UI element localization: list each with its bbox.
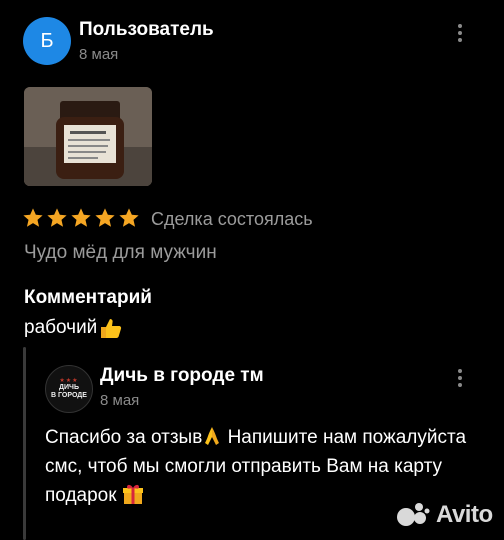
user-avatar[interactable]: Б xyxy=(23,17,71,65)
review-photo[interactable] xyxy=(24,87,152,186)
honey-jar-photo xyxy=(24,87,152,186)
deal-status: Сделка состоялась xyxy=(151,209,313,229)
review-date: 8 мая xyxy=(79,46,119,63)
comment-text: рабочий xyxy=(24,317,123,339)
star-icon xyxy=(71,208,91,227)
star-icon xyxy=(119,208,139,227)
comment-body: рабочий xyxy=(24,317,98,338)
reply-text-part1: Спасибо за отзыв xyxy=(45,427,203,448)
star-icon xyxy=(23,208,43,227)
review-more-menu-icon[interactable] xyxy=(455,24,465,42)
shop-avatar[interactable]: ★★★ ДИЧЬ В ГОРОДЕ xyxy=(45,365,93,413)
shop-logo-line1: ДИЧЬ xyxy=(59,384,79,391)
reply-more-menu-icon[interactable] xyxy=(455,369,465,387)
avito-logo-icon xyxy=(397,503,430,526)
shop-logo-line2: В ГОРОДЕ xyxy=(51,392,87,399)
avatar-letter: Б xyxy=(40,29,54,52)
star-icon xyxy=(47,208,67,227)
thumbs-up-icon xyxy=(101,319,122,338)
product-name[interactable]: Чудо мёд для мужчин xyxy=(24,242,217,264)
shop-name[interactable]: Дичь в городе тм xyxy=(100,365,264,387)
reply-date: 8 мая xyxy=(100,392,140,409)
rating-stars xyxy=(22,207,140,229)
review-author-name[interactable]: Пользователь xyxy=(79,19,214,41)
star-icon xyxy=(95,208,115,227)
avito-watermark-text: Avito xyxy=(436,501,493,528)
reply-thread-line xyxy=(23,347,26,540)
avito-watermark: Avito xyxy=(396,501,493,529)
folded-hands-icon xyxy=(205,427,220,445)
comment-heading: Комментарий xyxy=(24,287,152,308)
reply-text: Спасибо за отзыв Напишите нам пожалуйста… xyxy=(45,423,485,510)
gift-icon xyxy=(122,484,143,504)
